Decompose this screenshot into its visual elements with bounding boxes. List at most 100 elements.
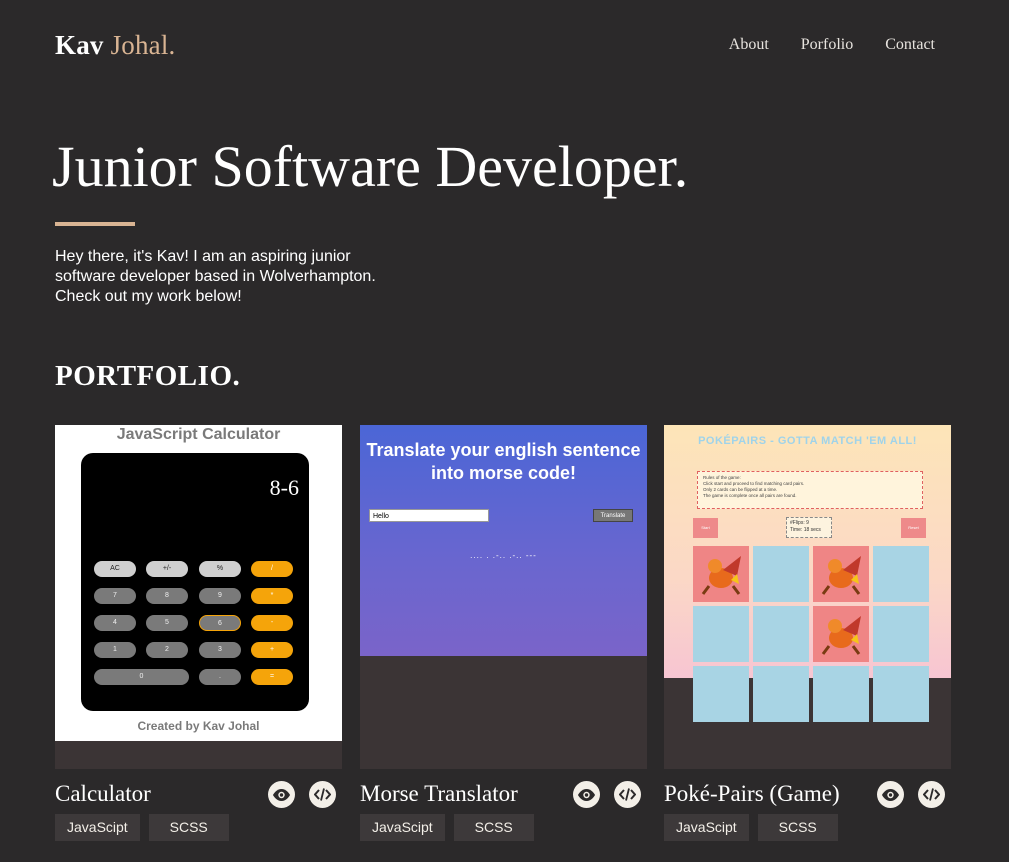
card-actions	[877, 781, 945, 808]
flipped-card-tile	[813, 606, 869, 662]
calculator-preview-heading: JavaScript Calculator	[116, 426, 281, 443]
pokepairs-screenshot: POKÉPAIRS - GOTTA MATCH 'EM ALL! Rules o…	[664, 425, 951, 722]
card-tags: JavaScipt SCSS	[360, 814, 534, 841]
calculator-key: +/-	[146, 561, 188, 577]
morse-screenshot: Translate your english sentence into mor…	[360, 425, 647, 656]
pokepairs-rules: Rules of the game: Click start and proce…	[697, 471, 923, 509]
card-title: Morse Translator	[360, 781, 518, 806]
view-live-button[interactable]	[573, 781, 600, 808]
calculator-key: *	[251, 588, 293, 604]
calculator-key: .	[199, 669, 241, 685]
card-tile	[753, 546, 809, 602]
calculator-key: AC	[94, 561, 136, 577]
card-preview[interactable]: Translate your english sentence into mor…	[360, 425, 647, 769]
morse-preview-heading: Translate your english sentence into mor…	[366, 440, 641, 483]
calculator-key: 9	[199, 588, 241, 604]
card-footer: Poké-Pairs (Game) JavaScipt SCSS	[664, 769, 951, 862]
calculator-key: 4	[94, 615, 136, 631]
flipped-card-tile	[813, 546, 869, 602]
card-tile	[813, 666, 869, 722]
tag-javascript: JavaScipt	[55, 814, 140, 841]
card-tile	[753, 666, 809, 722]
eye-icon	[882, 788, 899, 801]
pokepairs-stats: #Flips: 9 Time: 18 secs	[786, 517, 832, 538]
calculator-screenshot: JavaScript Calculator 8-6 AC +/-% / 7 8 9 * 4 5 6…	[55, 425, 342, 741]
portfolio-heading: PORTFOLIO.	[55, 360, 241, 392]
calculator-preview-footer: Created by Kav Johal	[137, 719, 260, 733]
tag-scss: SCSS	[148, 814, 229, 841]
eye-icon	[273, 788, 290, 801]
calculator-key: 5	[146, 615, 188, 631]
calculator-display: 8-6	[269, 475, 299, 500]
tag-scss: SCSS	[757, 814, 838, 841]
portfolio-card-morse: Translate your english sentence into mor…	[360, 425, 647, 862]
view-code-button[interactable]	[614, 781, 641, 808]
code-icon	[619, 788, 636, 801]
card-footer: Morse Translator JavaScipt SCSS	[360, 769, 647, 862]
portfolio-card-pokepairs: POKÉPAIRS - GOTTA MATCH 'EM ALL! Rules o…	[664, 425, 951, 862]
card-tile	[693, 666, 749, 722]
hero-divider	[55, 222, 135, 226]
pokepairs-preview-heading: POKÉPAIRS - GOTTA MATCH 'EM ALL!	[698, 435, 917, 447]
calculator-key: +	[251, 642, 293, 658]
nav-contact[interactable]: Contact	[885, 36, 935, 54]
morse-preview-button: Translate	[593, 509, 633, 522]
view-code-button[interactable]	[309, 781, 336, 808]
pokemon-sprite-icon	[701, 556, 741, 595]
logo-first-name: Kav	[55, 30, 104, 60]
calculator-key: 2	[146, 642, 188, 658]
eye-icon	[578, 788, 595, 801]
card-actions	[573, 781, 641, 808]
view-live-button[interactable]	[268, 781, 295, 808]
view-code-button[interactable]	[918, 781, 945, 808]
calculator-key: =	[251, 669, 293, 685]
main-nav: About Porfolio Contact	[729, 36, 935, 54]
calculator-key: %	[199, 561, 241, 577]
flips-count: #Flips: 9	[790, 520, 809, 526]
site-logo[interactable]: Kav Johal.	[55, 30, 176, 61]
calculator-key: 8	[146, 588, 188, 604]
nav-portfolio[interactable]: Porfolio	[801, 36, 853, 54]
card-tags: JavaScipt SCSS	[55, 814, 229, 841]
card-tile	[873, 666, 929, 722]
calculator-body: 8-6 AC +/-% / 7 8 9 * 4 5 6- 1 2 3 +0. =	[81, 453, 309, 711]
morse-preview-input: Hello	[369, 509, 489, 522]
site-header: Kav Johal. About Porfolio Contact	[55, 28, 945, 68]
card-tags: JavaScipt SCSS	[664, 814, 838, 841]
pokemon-sprite-icon	[821, 556, 861, 595]
card-title: Calculator	[55, 781, 151, 806]
card-tile	[873, 606, 929, 662]
card-tile	[693, 606, 749, 662]
calculator-key: /	[251, 561, 293, 577]
card-actions	[268, 781, 336, 808]
tag-scss: SCSS	[453, 814, 534, 841]
calculator-key: 7	[94, 588, 136, 604]
card-preview[interactable]: JavaScript Calculator 8-6 AC +/-% / 7 8 9 * 4 5 6…	[55, 425, 342, 769]
pokepairs-reset-button: Reset	[901, 518, 926, 538]
rule-item: The game is complete once all pairs are …	[703, 493, 797, 498]
card-preview[interactable]: POKÉPAIRS - GOTTA MATCH 'EM ALL! Rules o…	[664, 425, 951, 769]
hero-title: Junior Software Developer.	[52, 134, 689, 199]
pokemon-sprite-icon	[821, 616, 861, 655]
code-icon	[923, 788, 940, 801]
view-live-button[interactable]	[877, 781, 904, 808]
portfolio-card-calculator: JavaScript Calculator 8-6 AC +/-% / 7 8 9 * 4 5 6…	[55, 425, 342, 862]
code-icon	[314, 788, 331, 801]
calculator-key: 1	[94, 642, 136, 658]
calculator-key: 3	[199, 642, 241, 658]
flipped-card-tile	[693, 546, 749, 602]
hero-intro: Hey there, it's Kav! I am an aspiring ju…	[55, 248, 376, 305]
calculator-key: 0	[94, 669, 189, 685]
morse-preview-output: .... . .-.. .-.. ---	[470, 551, 537, 560]
tag-javascript: JavaScipt	[664, 814, 749, 841]
card-tile	[753, 606, 809, 662]
card-footer: Calculator JavaScipt SCSS	[55, 769, 342, 862]
time-count: Time: 18 secs	[790, 527, 821, 533]
card-title: Poké-Pairs (Game)	[664, 781, 840, 806]
calculator-key: -	[251, 615, 293, 631]
nav-about[interactable]: About	[729, 36, 769, 54]
pokepairs-start-button: Start	[693, 518, 718, 538]
calculator-key: 6	[199, 615, 241, 631]
tag-javascript: JavaScipt	[360, 814, 445, 841]
card-tile	[873, 546, 929, 602]
